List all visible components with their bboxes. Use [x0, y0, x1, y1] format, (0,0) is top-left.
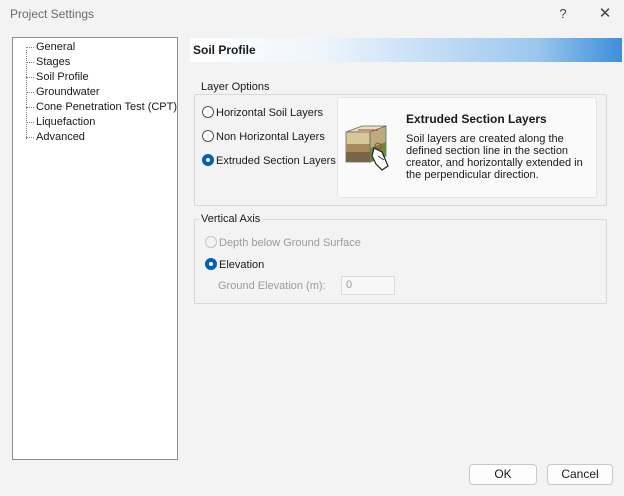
- radio-circle: [202, 130, 214, 142]
- radio-circle-checked: [202, 154, 214, 166]
- layer-options-label: Layer Options: [199, 81, 272, 93]
- settings-tree[interactable]: General Stages Soil Profile Groundwater …: [12, 37, 178, 460]
- tree-item-stages[interactable]: Stages: [26, 55, 70, 70]
- ground-elevation-label: Ground Elevation (m):: [218, 280, 326, 292]
- tree-item-cpt[interactable]: Cone Penetration Test (CPT): [26, 100, 177, 115]
- info-description: Soil layers are created along the define…: [406, 133, 583, 181]
- tree-item-advanced[interactable]: Advanced: [26, 130, 85, 145]
- extruded-section-icon: [345, 125, 389, 171]
- ground-elevation-value: 0: [346, 279, 353, 291]
- radio-circle: [202, 106, 214, 118]
- tree-item-soil-profile[interactable]: Soil Profile: [26, 70, 89, 85]
- layer-info-panel: Extruded Section Layers Soil layers are …: [337, 97, 597, 198]
- ok-button[interactable]: OK: [469, 464, 537, 485]
- radio-circle-disabled: [205, 236, 217, 248]
- section-header: Soil Profile: [190, 38, 622, 62]
- radio-circle-checked: [205, 258, 217, 270]
- close-button[interactable]: ✕: [590, 3, 620, 25]
- title-bar: Project Settings ? ✕: [0, 0, 624, 28]
- vertical-axis-label: Vertical Axis: [199, 213, 263, 225]
- info-title: Extruded Section Layers: [406, 112, 547, 126]
- tree-item-liquefaction[interactable]: Liquefaction: [26, 115, 95, 130]
- cancel-button[interactable]: Cancel: [547, 464, 613, 485]
- tree-item-groundwater[interactable]: Groundwater: [26, 85, 100, 100]
- tree-item-general[interactable]: General: [26, 40, 75, 55]
- help-button[interactable]: ?: [548, 3, 578, 25]
- window-title: Project Settings: [10, 7, 95, 21]
- ground-elevation-input[interactable]: 0: [341, 276, 395, 295]
- section-title: Soil Profile: [193, 43, 256, 57]
